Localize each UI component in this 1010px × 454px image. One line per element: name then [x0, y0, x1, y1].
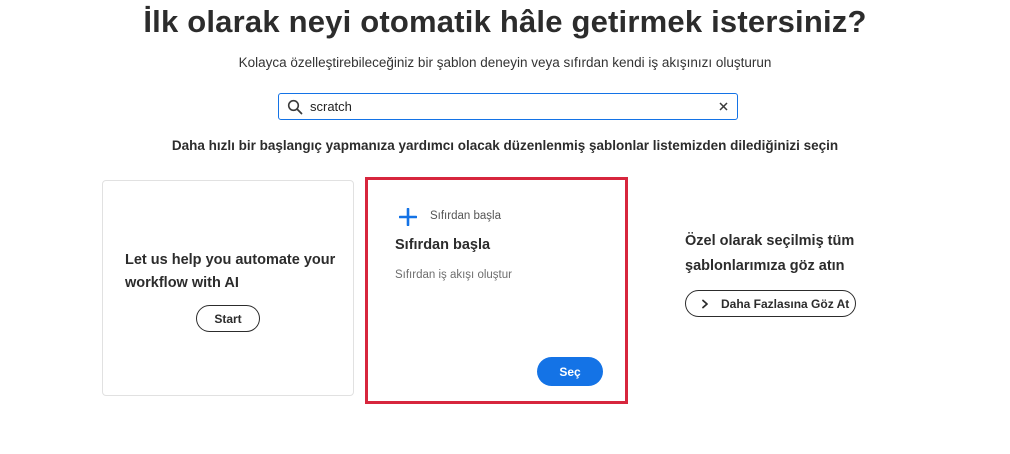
chevron-right-icon — [702, 299, 708, 308]
card-category-label: Sıfırdan başla — [430, 210, 501, 222]
select-button[interactable]: Seç — [537, 357, 603, 386]
plus-icon — [399, 208, 417, 226]
card-description: Sıfırdan iş akışı oluştur — [395, 269, 512, 281]
ai-automation-card: Let us help you automate your workflow w… — [102, 180, 354, 396]
page-subtitle: Kolayca özelleştirebileceğiniz bir şablo… — [238, 55, 772, 70]
card-title: Sıfırdan başla — [395, 237, 491, 253]
browse-more-button[interactable]: Daha Fazlasına Göz At — [685, 290, 856, 317]
template-instruction: Daha hızlı bir başlangıç yapmanıza yardı… — [171, 138, 839, 153]
page-title: İlk olarak neyi otomatik hâle getirmek i… — [143, 4, 867, 39]
start-button[interactable]: Start — [196, 305, 260, 332]
browse-more-label: Daha Fazlasına Göz At — [721, 296, 850, 311]
search-icon — [287, 99, 303, 115]
curated-templates-text: Özel olarak seçilmiş tüm şablonlarımıza … — [685, 233, 855, 274]
start-from-scratch-card[interactable]: Sıfırdan başla Sıfırdan başla Sıfırdan i… — [365, 177, 628, 404]
ai-card-text: Let us help you automate your workflow w… — [125, 252, 336, 291]
search-box[interactable] — [278, 93, 738, 120]
close-icon[interactable] — [718, 101, 729, 112]
search-input[interactable] — [310, 97, 690, 116]
